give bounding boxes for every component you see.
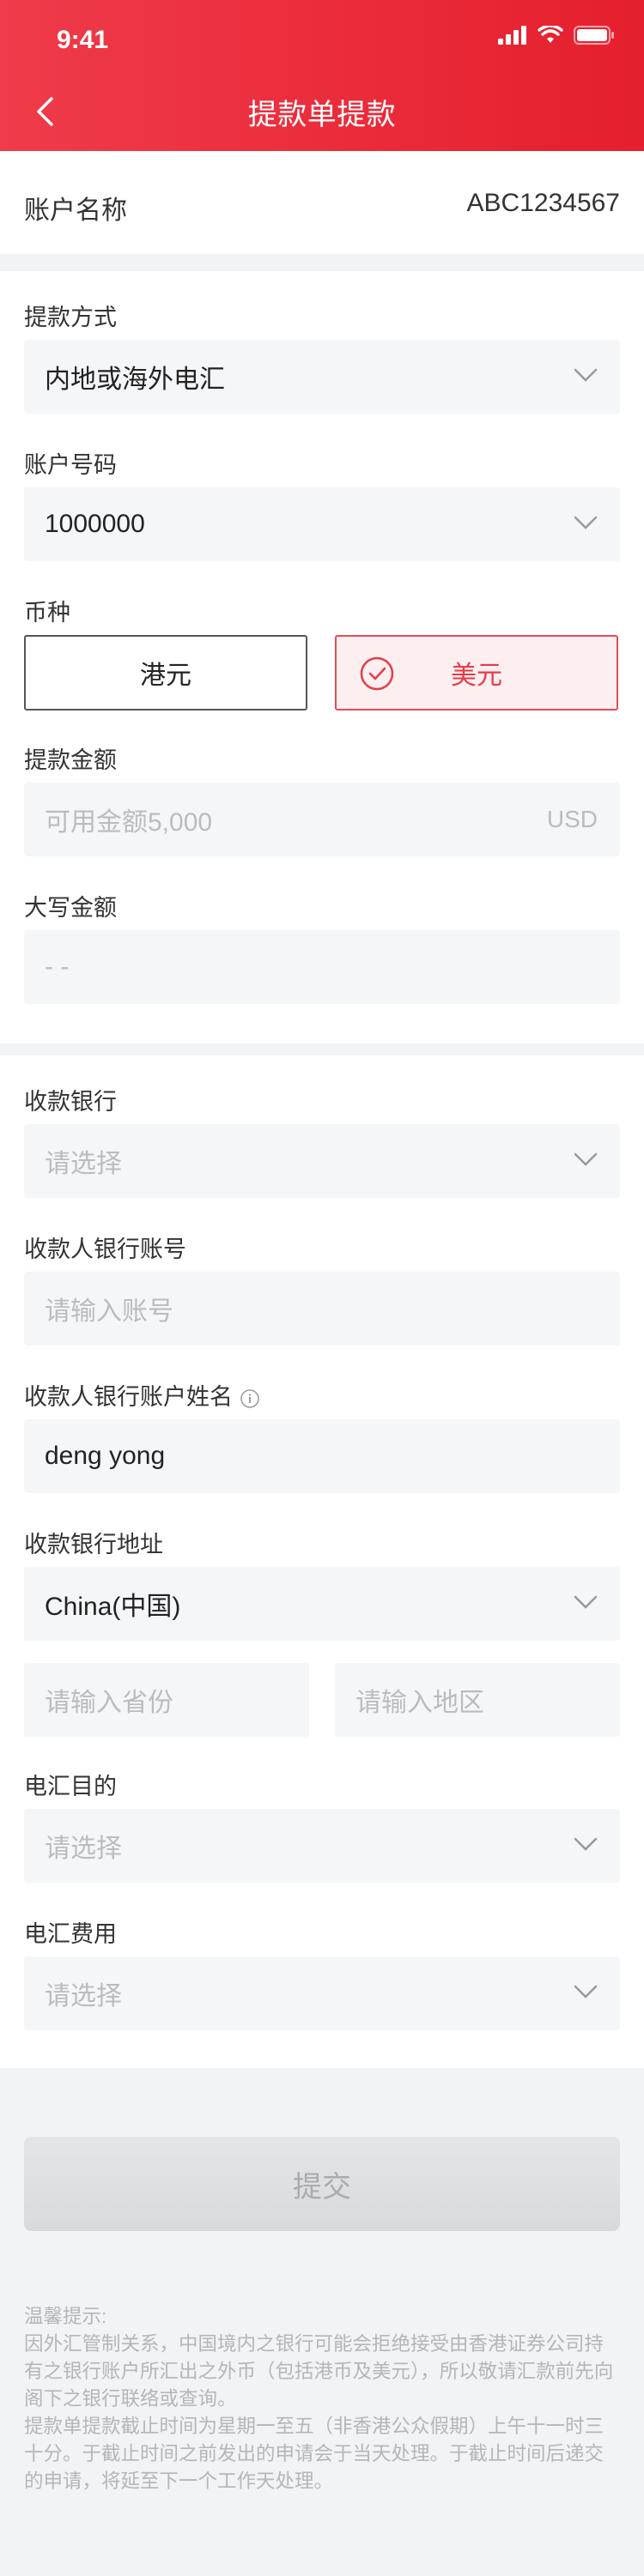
- account-section: 账户名称 ABC1234567: [0, 151, 644, 254]
- country-select[interactable]: China(中国): [24, 1567, 620, 1641]
- bank-details-section: 收款银行 请选择 收款人银行账号 请输入账号 收款人银行账户姓名 deng yo…: [0, 1055, 644, 2068]
- bank-account-label: 收款人银行账号: [24, 1237, 186, 1262]
- wifi-icon: [538, 26, 563, 43]
- nav-header: 9:41 提款单提款: [0, 0, 644, 151]
- province-placeholder: 请输入省份: [45, 1689, 173, 1717]
- amount-words-value: - -: [45, 952, 70, 981]
- account-holder-value: deng yong: [45, 1442, 166, 1470]
- chevron-down-icon: [574, 1152, 598, 1166]
- province-input[interactable]: 请输入省份: [24, 1663, 309, 1737]
- info-icon[interactable]: [240, 1388, 260, 1409]
- amount-label: 提款金额: [24, 747, 117, 773]
- account-number-select[interactable]: 1000000: [24, 487, 620, 561]
- chevron-down-icon: [574, 1837, 598, 1851]
- amount-input[interactable]: 可用金额5,000 USD: [24, 783, 620, 856]
- bank-placeholder: 请选择: [45, 1150, 122, 1178]
- fee-label: 电汇费用: [24, 1921, 117, 1947]
- bank-address-label: 收款银行地址: [24, 1532, 163, 1557]
- bank-account-placeholder: 请输入账号: [45, 1297, 173, 1326]
- fee-placeholder: 请选择: [45, 1982, 122, 2011]
- amount-placeholder: 可用金额5,000: [45, 808, 213, 837]
- tips-block: 温馨提示: 因外汇管制关系，中国境内之银行可能会拒绝接受由香港证券公司持有之银行…: [24, 2303, 620, 2495]
- account-holder-label: 收款人银行账户姓名: [24, 1384, 233, 1410]
- amount-words-label: 大写金额: [24, 895, 117, 921]
- withdraw-details-section: 提款方式 内地或海外电汇 账户号码 1000000 币种 港元 美元 提款金额 …: [0, 271, 644, 1043]
- tips-paragraph-1: 因外汇管制关系，中国境内之银行可能会拒绝接受由香港证券公司持有之银行账户所汇出之…: [24, 2333, 614, 2410]
- currency-hkd-label: 港元: [140, 662, 191, 690]
- fee-select[interactable]: 请选择: [24, 1956, 620, 2030]
- account-name-value: ABC1234567: [466, 189, 620, 217]
- account-name-field-label: 收款人银行账户姓名: [24, 1378, 260, 1412]
- region-input[interactable]: 请输入地区: [335, 1663, 620, 1737]
- withdraw-method-label: 提款方式: [24, 305, 117, 330]
- battery-icon: [574, 26, 614, 45]
- country-value: China(中国): [45, 1593, 181, 1621]
- purpose-placeholder: 请选择: [45, 1835, 122, 1863]
- chevron-down-icon: [574, 1595, 598, 1609]
- amount-words-field: - -: [24, 930, 620, 1004]
- status-icons: [498, 26, 615, 45]
- purpose-select[interactable]: 请选择: [24, 1809, 620, 1883]
- chevron-down-icon: [574, 516, 598, 529]
- region-placeholder: 请输入地区: [355, 1689, 484, 1717]
- tips-title: 温馨提示:: [24, 2306, 107, 2327]
- chevron-down-icon: [574, 368, 598, 382]
- signal-icon: [498, 26, 526, 45]
- account-holder-input[interactable]: deng yong: [24, 1419, 620, 1493]
- withdraw-method-value: 内地或海外电汇: [45, 366, 225, 394]
- amount-unit: USD: [546, 806, 598, 832]
- account-number-value: 1000000: [45, 510, 145, 538]
- tips-paragraph-2: 提款单提款截止时间为星期一至五（非香港公众假期）上午十一时三十分。于截止时间之前…: [24, 2416, 605, 2492]
- submit-button[interactable]: 提交: [24, 2137, 620, 2231]
- bank-label: 收款银行: [24, 1089, 117, 1115]
- currency-usd-label: 美元: [451, 662, 502, 690]
- bank-select[interactable]: 请选择: [24, 1124, 620, 1198]
- check-circle-icon: [360, 656, 394, 691]
- currency-option-hkd[interactable]: 港元: [24, 635, 307, 711]
- account-number-label: 账户号码: [24, 452, 117, 478]
- currency-label: 币种: [24, 600, 70, 626]
- withdrawal-screen: 9:41 提款单提款 账户名称 ABC1234567 提款方式 内地或海外电汇 …: [0, 0, 644, 2576]
- chevron-down-icon: [574, 1985, 598, 1999]
- purpose-label: 电汇目的: [24, 1774, 117, 1799]
- account-name-label: 账户名称: [24, 197, 127, 225]
- status-time: 9:41: [57, 26, 109, 54]
- bank-account-input[interactable]: 请输入账号: [24, 1272, 620, 1345]
- withdraw-method-select[interactable]: 内地或海外电汇: [24, 340, 620, 414]
- currency-option-usd[interactable]: 美元: [335, 635, 618, 711]
- page-title: 提款单提款: [247, 99, 397, 131]
